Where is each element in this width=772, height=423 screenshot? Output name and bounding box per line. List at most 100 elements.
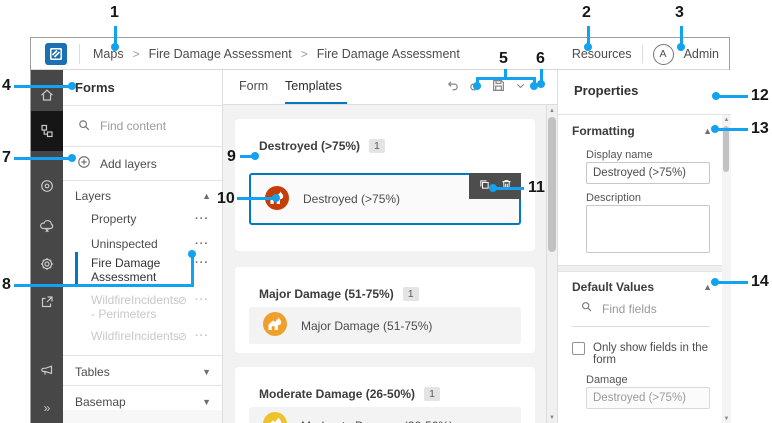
app-header: Maps > Fire Damage Assessment > Fire Dam… <box>31 38 729 70</box>
properties-panel: Properties Formatting ▲ Display name Des… <box>557 70 731 423</box>
expand-sidebar-icon[interactable]: » <box>31 392 63 423</box>
find-content-search[interactable] <box>63 106 222 146</box>
template-card-moderate[interactable]: Moderate Damage (26-50%) <box>249 407 521 423</box>
save-icon[interactable] <box>491 78 506 98</box>
callout-5: 5 <box>499 50 508 68</box>
scroll-down-icon[interactable]: ▼ <box>547 415 557 421</box>
user-menu[interactable]: Admin <box>684 47 719 61</box>
count-badge: 1 <box>424 387 440 401</box>
count-badge: 1 <box>403 287 419 301</box>
layer-item-wildfire-perimeters[interactable]: WildfireIncidents - Perimeters ⊘ ··· <box>63 293 223 321</box>
callout-4: 4 <box>2 77 11 95</box>
overflow-menu-icon[interactable]: ··· <box>195 257 209 269</box>
find-fields-input[interactable] <box>602 302 702 316</box>
chevron-down-icon: ▼ <box>202 367 211 377</box>
callout-6-dot <box>537 80 545 88</box>
damage-field-label: Damage <box>586 374 628 386</box>
callout-8-line <box>14 284 194 287</box>
section-separator <box>558 265 723 272</box>
annotated-screenshot: Maps > Fire Damage Assessment > Fire Dam… <box>0 0 772 423</box>
display-name-label: Display name <box>586 149 653 161</box>
avatar[interactable]: A <box>653 44 674 65</box>
tab-templates[interactable]: Templates <box>285 79 342 93</box>
breadcrumb-maps[interactable]: Maps <box>93 47 124 61</box>
find-fields-search[interactable] <box>580 300 702 318</box>
count-badge: 1 <box>369 139 385 153</box>
find-content-input[interactable] <box>100 119 210 133</box>
overflow-menu-icon[interactable]: ··· <box>195 330 209 342</box>
properties-scrollbar[interactable]: ▲ ▼ <box>722 115 731 423</box>
add-layers-label: Add layers <box>100 157 157 171</box>
scrollbar-thumb[interactable] <box>548 117 556 252</box>
callout-12-line <box>718 95 748 98</box>
description-textarea[interactable] <box>586 205 710 253</box>
add-layers-button[interactable]: Add layers <box>63 147 222 180</box>
divider <box>63 355 222 356</box>
display-name-input[interactable] <box>586 162 710 184</box>
default-values-section-header[interactable]: Default Values ▲ <box>572 280 712 294</box>
callout-4-dot <box>68 82 76 90</box>
scroll-up-icon[interactable]: ▲ <box>547 108 557 114</box>
only-show-fields-checkbox[interactable] <box>572 342 585 355</box>
scrollbar-thumb[interactable] <box>723 126 729 172</box>
save-options-chevron-icon[interactable] <box>514 78 527 98</box>
settings-icon[interactable] <box>31 248 63 280</box>
overflow-menu-icon[interactable]: ··· <box>195 294 209 306</box>
scroll-down-icon[interactable]: ▼ <box>722 416 731 422</box>
header-divider <box>79 44 80 64</box>
layer-item-fire-damage-assessment[interactable]: Fire Damage Assessment ··· <box>63 256 223 284</box>
major-damage-symbol-icon <box>262 311 288 340</box>
callout-5-bracket <box>476 77 536 80</box>
layers-section-header[interactable]: Layers ▲ <box>75 183 211 209</box>
header-divider <box>642 45 643 63</box>
not-editable-icon: ⊘ <box>178 330 187 343</box>
scroll-up-icon[interactable]: ▲ <box>722 117 731 123</box>
callout-7-line <box>14 157 72 160</box>
chevron-down-icon: ▼ <box>202 397 211 407</box>
moderate-damage-symbol-icon <box>262 411 288 423</box>
delete-icon[interactable] <box>500 178 513 194</box>
template-group-title: Moderate Damage (26-50%) 1 <box>259 387 440 401</box>
undo-icon[interactable] <box>445 78 460 98</box>
template-card-major[interactable]: Major Damage (51-75%) <box>249 307 521 344</box>
description-label: Description <box>586 192 641 204</box>
layer-item-wildfire-incidents[interactable]: WildfireIncidents ⊘ ··· <box>63 329 223 343</box>
layer-item-uninspected[interactable]: Uninspected ··· <box>63 237 223 251</box>
overflow-menu-icon[interactable]: ··· <box>195 213 209 225</box>
tab-form[interactable]: Form <box>239 79 268 93</box>
forms-icon[interactable] <box>31 111 63 151</box>
callout-11-line <box>495 187 524 190</box>
template-group-moderate: Moderate Damage (26-50%) 1 Moderate Dama… <box>235 367 535 423</box>
formatting-section-header[interactable]: Formatting ▲ <box>572 124 712 138</box>
divider <box>63 180 222 181</box>
offline-icon[interactable] <box>31 210 63 242</box>
app-logo-icon[interactable] <box>45 43 67 65</box>
geofences-icon[interactable] <box>31 170 63 202</box>
properties-title: Properties <box>574 83 638 98</box>
callout-4-line <box>14 85 72 88</box>
callout-13: 13 <box>751 120 769 138</box>
breadcrumb-separator: > <box>133 47 140 61</box>
breadcrumb: Maps > Fire Damage Assessment > Fire Dam… <box>93 38 460 70</box>
template-card-destroyed[interactable]: Destroyed (>75%) <box>249 173 521 225</box>
not-editable-icon: ⊘ <box>178 294 187 307</box>
layer-item-property[interactable]: Property ··· <box>63 212 223 226</box>
callout-3: 3 <box>675 4 684 22</box>
resources-menu[interactable]: Resources <box>572 47 632 61</box>
forms-panel-footer <box>63 410 222 423</box>
template-card-label: Moderate Damage (26-50%) <box>301 419 453 423</box>
breadcrumb-map-name[interactable]: Fire Damage Assessment <box>149 47 292 61</box>
tables-section-header[interactable]: Tables ▼ <box>75 359 211 385</box>
forms-panel-title: Forms <box>75 80 115 95</box>
sharing-icon[interactable] <box>31 286 63 318</box>
callout-14-line <box>717 281 748 284</box>
home-icon[interactable] <box>31 79 63 111</box>
callout-7: 7 <box>2 149 11 167</box>
overflow-menu-icon[interactable]: ··· <box>195 238 209 250</box>
form-toolbar <box>445 78 527 98</box>
feedback-icon[interactable] <box>31 354 63 386</box>
callout-10-dot <box>272 194 280 202</box>
callout-14: 14 <box>751 273 769 291</box>
templates-scrollbar[interactable]: ▲ ▼ <box>546 105 557 423</box>
callout-2: 2 <box>582 4 591 22</box>
